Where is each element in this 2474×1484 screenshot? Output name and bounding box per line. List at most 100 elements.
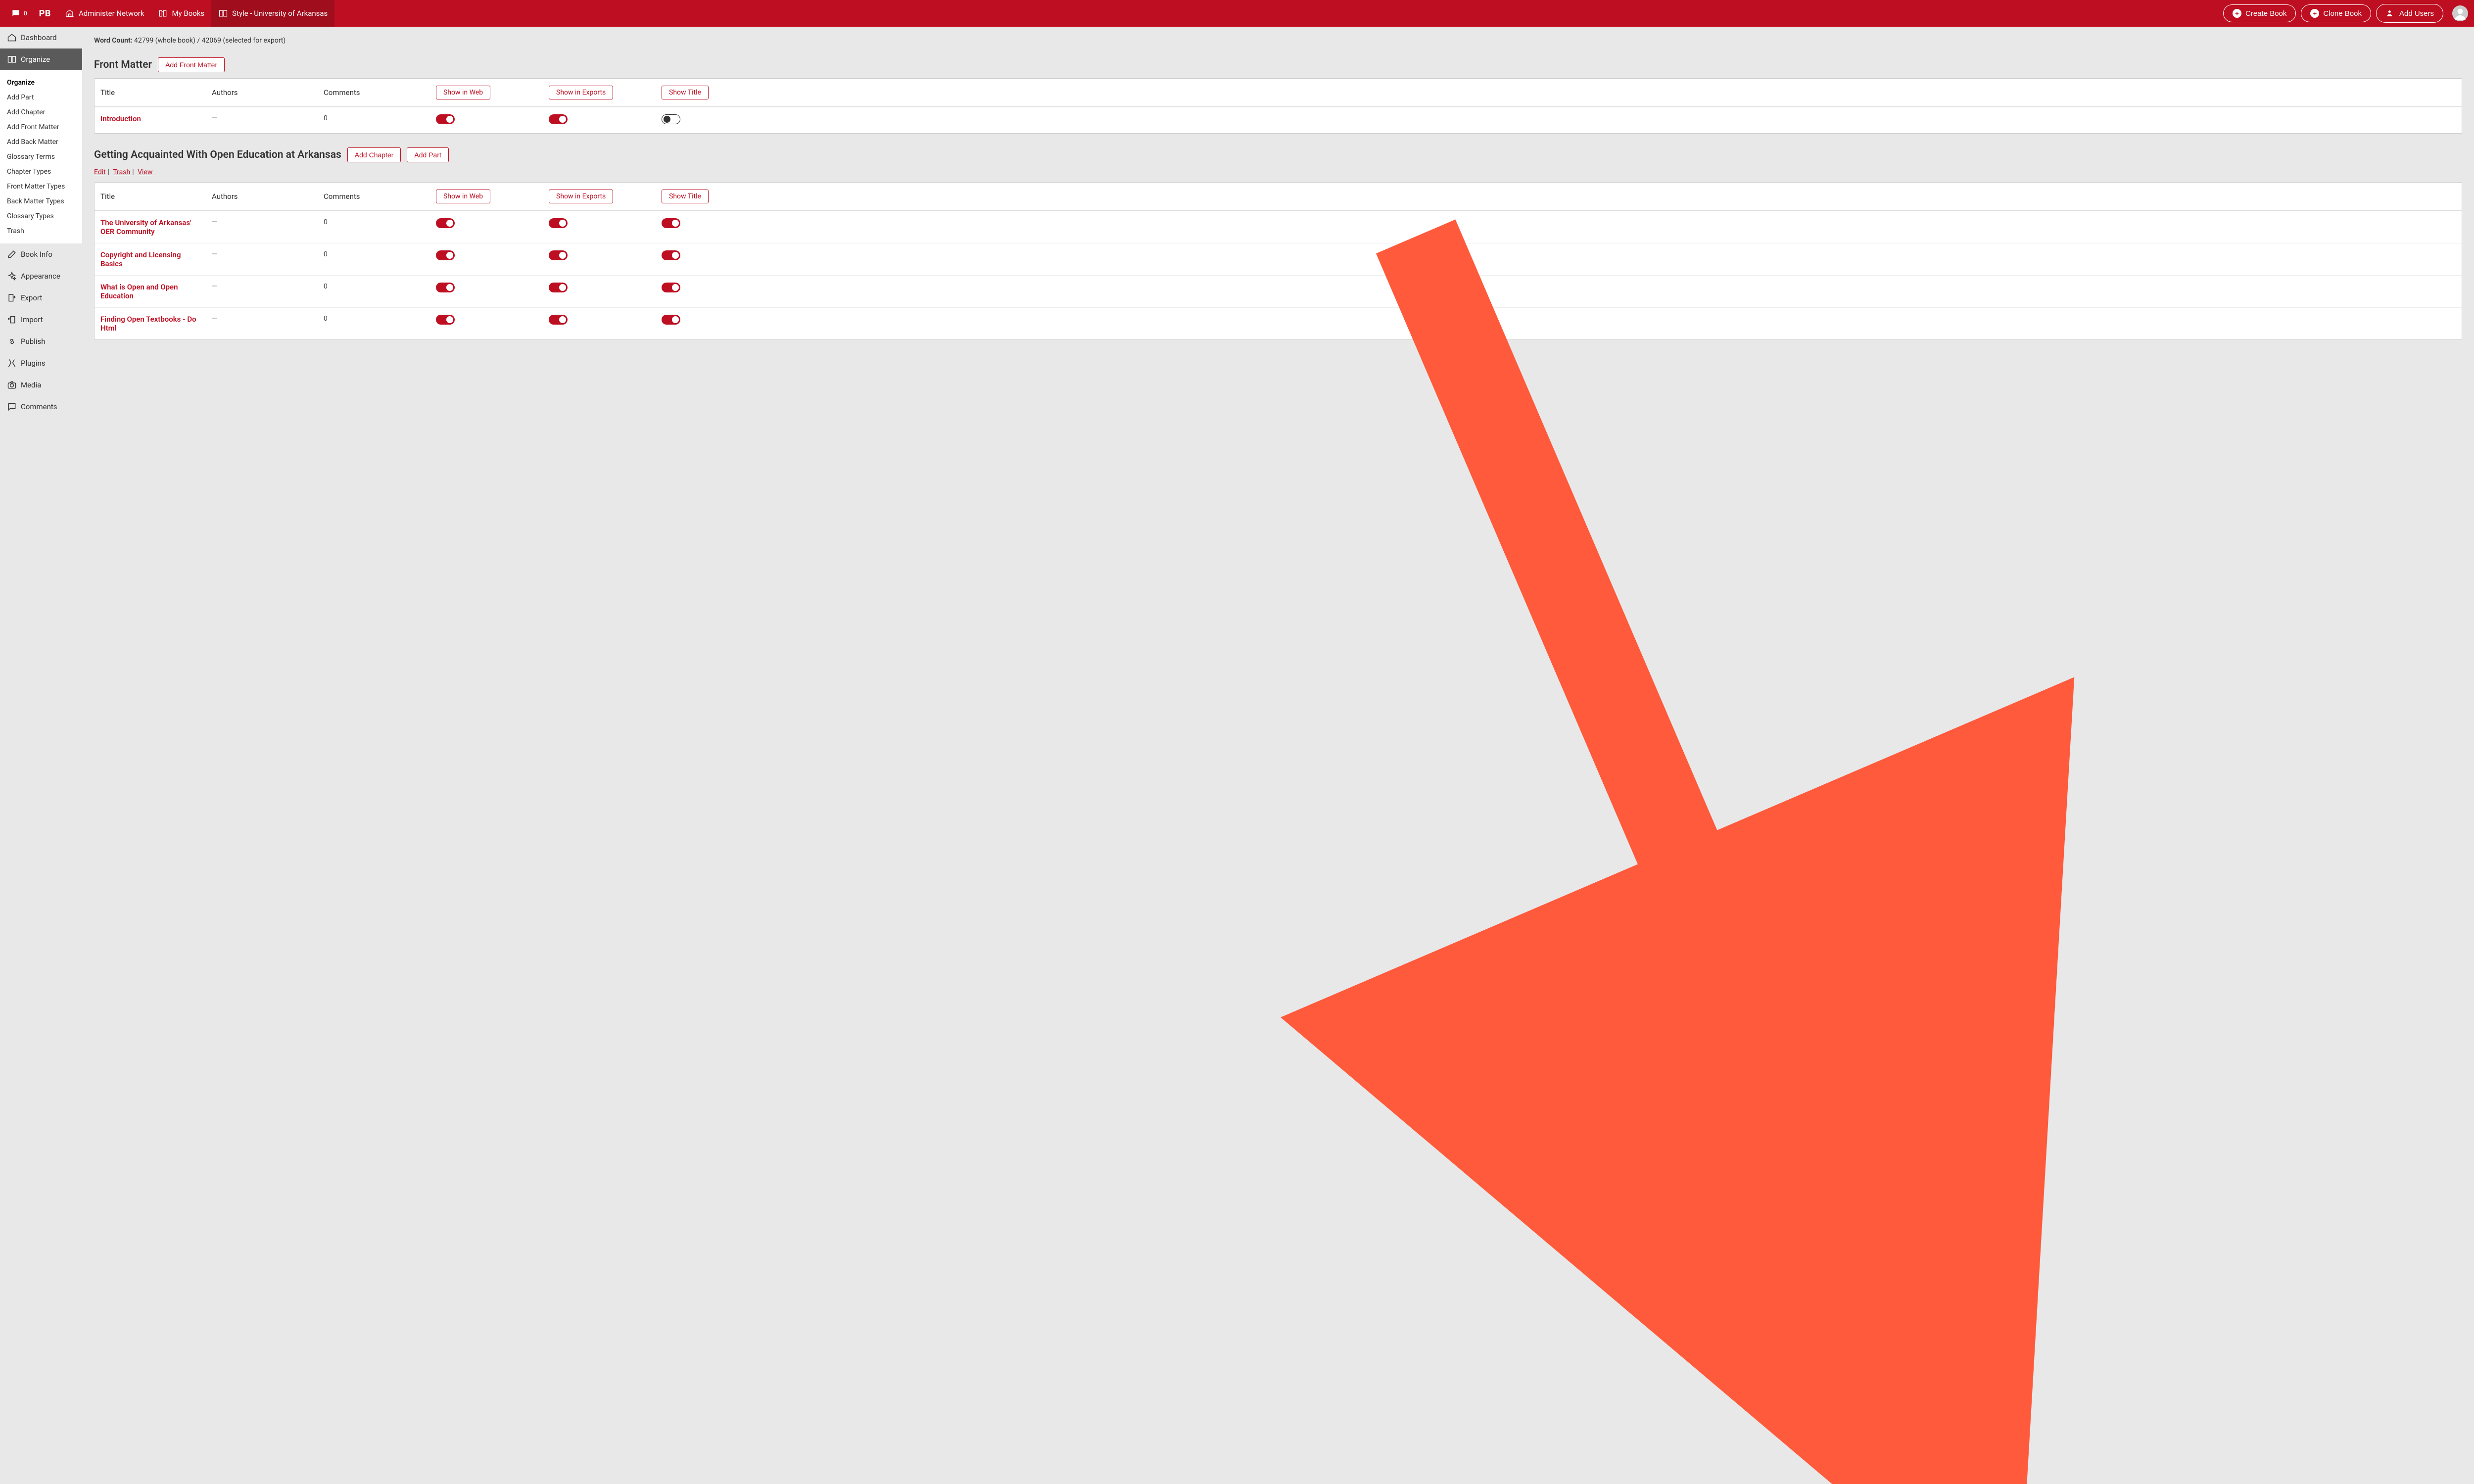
row-authors: — <box>212 315 324 323</box>
sidebar-label: Export <box>21 293 42 302</box>
show-in-web-button[interactable]: Show in Web <box>436 190 490 203</box>
toggle-web[interactable] <box>436 218 455 228</box>
toggle-title[interactable] <box>662 250 680 260</box>
nav-my-books[interactable]: My Books <box>151 0 211 27</box>
sidebar-label: Organize <box>21 55 50 64</box>
add-chapter-button[interactable]: Add Chapter <box>347 147 401 162</box>
row-title-link[interactable]: The University of Arkansas' OER Communit… <box>100 218 199 236</box>
nav-label: Administer Network <box>79 9 144 18</box>
link-icon <box>7 336 17 346</box>
show-in-web-button[interactable]: Show in Web <box>436 86 490 99</box>
export-icon <box>7 293 17 303</box>
pb-logo[interactable]: PB <box>32 0 58 27</box>
sidebar-item-organize[interactable]: Organize <box>0 48 82 70</box>
submenu-add-part[interactable]: Add Part <box>0 90 82 105</box>
submenu-glossary-types[interactable]: Glossary Types <box>0 209 82 224</box>
sidebar-item-plugins[interactable]: Plugins <box>0 352 82 374</box>
user-avatar[interactable] <box>2452 5 2468 21</box>
row-comments: 0 <box>324 283 436 290</box>
import-icon <box>7 315 17 325</box>
nav-current-book[interactable]: Style - University of Arkansas <box>211 0 334 27</box>
sidebar-item-book-info[interactable]: Book Info <box>0 243 82 265</box>
clone-book-button[interactable]: + Clone Book <box>2301 4 2371 22</box>
submenu-chapter-types[interactable]: Chapter Types <box>0 164 82 179</box>
view-link[interactable]: View <box>138 168 152 176</box>
plus-icon: + <box>2310 9 2319 18</box>
toggle-web[interactable] <box>436 114 455 124</box>
sidebar-item-import[interactable]: Import <box>0 309 82 331</box>
plugin-icon <box>7 358 17 368</box>
toggle-exports[interactable] <box>549 315 568 325</box>
row-title-link[interactable]: What is Open and Open Education <box>100 283 199 300</box>
comment-icon <box>7 402 17 412</box>
submenu-glossary-terms[interactable]: Glossary Terms <box>0 149 82 164</box>
submenu-add-chapter[interactable]: Add Chapter <box>0 105 82 120</box>
row-comments: 0 <box>324 315 436 323</box>
show-in-exports-button[interactable]: Show in Exports <box>549 86 613 99</box>
toggle-web[interactable] <box>436 250 455 260</box>
speech-bubble-icon <box>11 8 21 18</box>
submenu-back-matter-types[interactable]: Back Matter Types <box>0 194 82 209</box>
show-title-button[interactable]: Show Title <box>662 190 709 203</box>
toggle-web[interactable] <box>436 283 455 292</box>
comments-indicator[interactable]: 0 <box>6 8 32 18</box>
nav-administer-network[interactable]: Administer Network <box>58 0 151 27</box>
sidebar-item-dashboard[interactable]: Dashboard <box>0 27 82 48</box>
button-label: Create Book <box>2245 9 2286 18</box>
front-matter-table: Title Authors Comments Show in Web Show … <box>94 78 2462 134</box>
create-book-button[interactable]: + Create Book <box>2223 4 2296 22</box>
sidebar: Dashboard Organize Organize Add Part Add… <box>0 27 82 1370</box>
edit-link[interactable]: Edit <box>94 168 106 176</box>
show-title-button[interactable]: Show Title <box>662 86 709 99</box>
add-front-matter-button[interactable]: Add Front Matter <box>158 57 225 72</box>
add-users-button[interactable]: Add Users <box>2376 4 2443 23</box>
toggle-exports[interactable] <box>549 114 568 124</box>
sidebar-item-media[interactable]: Media <box>0 374 82 396</box>
trash-link[interactable]: Trash <box>113 168 130 176</box>
sidebar-label: Import <box>21 315 43 324</box>
sidebar-item-export[interactable]: Export <box>0 287 82 309</box>
submenu-organize[interactable]: Organize <box>0 75 82 90</box>
toggle-title[interactable] <box>662 315 680 325</box>
table-row: What is Open and Open Education — 0 <box>95 275 2462 307</box>
sidebar-label: Dashboard <box>21 33 57 42</box>
toggle-title[interactable] <box>662 114 680 124</box>
sidebar-label: Media <box>21 381 41 389</box>
sidebar-item-publish[interactable]: Publish <box>0 331 82 352</box>
submenu-trash[interactable]: Trash <box>0 224 82 239</box>
sidebar-label: Book Info <box>21 250 52 259</box>
col-title: Title <box>100 192 212 201</box>
submenu-add-back-matter[interactable]: Add Back Matter <box>0 135 82 149</box>
toggle-exports[interactable] <box>549 283 568 292</box>
add-part-button[interactable]: Add Part <box>407 147 448 162</box>
submenu-add-front-matter[interactable]: Add Front Matter <box>0 120 82 135</box>
comments-count: 0 <box>24 10 27 17</box>
plus-icon: + <box>2233 9 2241 18</box>
sidebar-label: Publish <box>21 337 45 346</box>
row-comments: 0 <box>324 250 436 258</box>
col-title: Title <box>100 88 212 97</box>
main-content: Word Count: 42799 (whole book) / 42069 (… <box>82 27 2474 1370</box>
table-row: The University of Arkansas' OER Communit… <box>95 211 2462 243</box>
user-plus-icon <box>2385 8 2395 18</box>
toggle-exports[interactable] <box>549 218 568 228</box>
row-title-link[interactable]: Introduction <box>100 114 199 123</box>
row-title-link[interactable]: Finding Open Textbooks - Do Html <box>100 315 199 333</box>
sidebar-item-comments[interactable]: Comments <box>0 396 82 418</box>
row-comments: 0 <box>324 218 436 226</box>
sparkle-icon <box>7 271 17 281</box>
toggle-web[interactable] <box>436 315 455 325</box>
sidebar-item-appearance[interactable]: Appearance <box>0 265 82 287</box>
col-authors: Authors <box>212 192 324 201</box>
submenu-front-matter-types[interactable]: Front Matter Types <box>0 179 82 194</box>
row-title-link[interactable]: Copyright and Licensing Basics <box>100 250 199 268</box>
toggle-title[interactable] <box>662 283 680 292</box>
show-in-exports-button[interactable]: Show in Exports <box>549 190 613 203</box>
row-authors: — <box>212 283 324 290</box>
word-count-label: Word Count: <box>94 37 133 45</box>
col-comments: Comments <box>324 192 436 201</box>
toggle-exports[interactable] <box>549 250 568 260</box>
toggle-title[interactable] <box>662 218 680 228</box>
table-row: Finding Open Textbooks - Do Html — 0 <box>95 307 2462 339</box>
col-authors: Authors <box>212 88 324 97</box>
